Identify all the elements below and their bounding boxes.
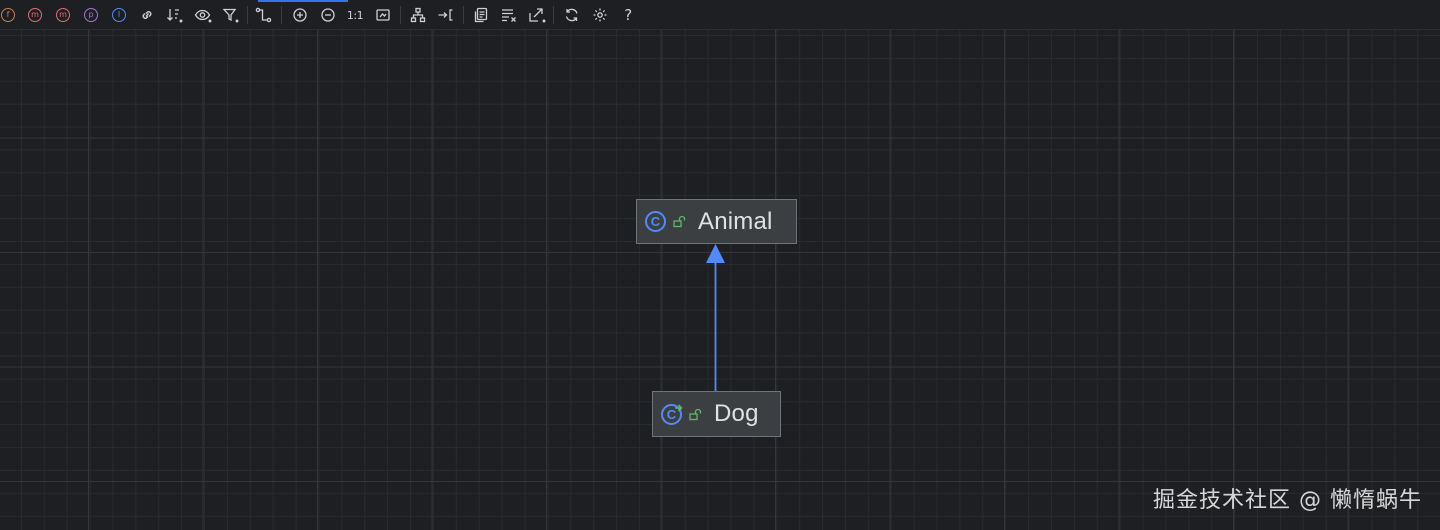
node-label: Animal xyxy=(698,207,773,235)
node-label: Dog xyxy=(714,400,759,427)
edge-arrowhead xyxy=(706,244,725,263)
class-node-dog[interactable]: C Dog xyxy=(652,391,781,437)
watermark-text: 掘金技术社区 @ 懒惰蜗牛 xyxy=(1153,488,1422,513)
uml-diagram-window: f m m p I 1:1 ? C Animal C Dog 掘金技术社区 @ … xyxy=(0,0,1440,530)
unlocked-lock-icon xyxy=(673,215,686,228)
class-icon: C xyxy=(645,211,666,232)
class-node-animal[interactable]: C Animal xyxy=(636,199,797,244)
inheritance-edge[interactable] xyxy=(0,0,1440,530)
unlocked-lock-icon xyxy=(689,408,702,421)
inherited-class-icon: C xyxy=(661,403,683,425)
overrides-arrow-icon xyxy=(675,403,683,412)
